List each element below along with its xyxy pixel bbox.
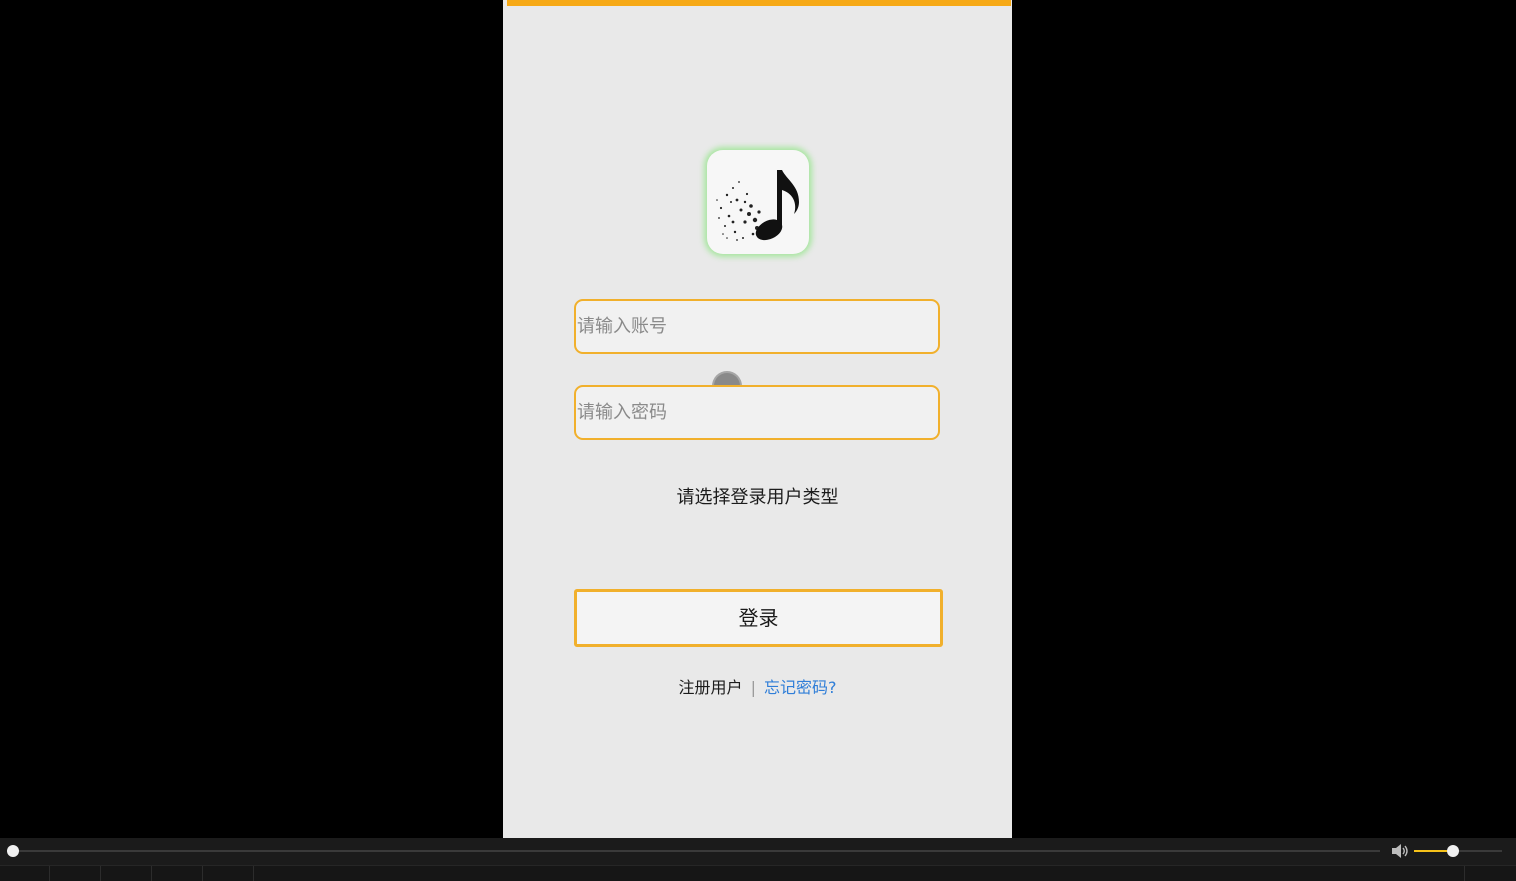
bottom-toolbar	[0, 865, 1516, 881]
account-input[interactable]	[576, 301, 938, 352]
toolbar-cell[interactable]	[50, 866, 101, 881]
top-accent-bar	[507, 0, 1011, 6]
account-input-wrapper	[574, 299, 940, 354]
password-input[interactable]	[576, 387, 938, 438]
video-frame: 请选择登录用户类型 登录 注册用户 | 忘记密码?	[0, 0, 1516, 838]
player-controls	[0, 838, 1516, 881]
toolbar-cell[interactable]	[101, 866, 152, 881]
auth-links: 注册用户 | 忘记密码?	[503, 674, 1012, 698]
toolbar-cell[interactable]	[1464, 866, 1516, 881]
password-input-wrapper	[574, 385, 940, 440]
user-type-selector[interactable]: 请选择登录用户类型	[503, 483, 1012, 509]
login-button[interactable]: 登录	[574, 589, 943, 647]
forgot-password-link[interactable]: 忘记密码?	[764, 678, 837, 697]
speaker-icon[interactable]	[1391, 843, 1409, 859]
register-link[interactable]: 注册用户	[679, 678, 743, 697]
toolbar-cell[interactable]	[0, 866, 50, 881]
link-separator: |	[750, 678, 756, 697]
seek-bar[interactable]	[13, 850, 1380, 852]
phone-screen: 请选择登录用户类型 登录 注册用户 | 忘记密码?	[503, 0, 1012, 838]
volume-handle[interactable]	[1447, 845, 1459, 857]
seek-handle[interactable]	[7, 845, 19, 857]
music-note-icon	[707, 150, 809, 254]
toolbar-cell[interactable]	[203, 866, 254, 881]
toolbar-cell[interactable]	[152, 866, 203, 881]
